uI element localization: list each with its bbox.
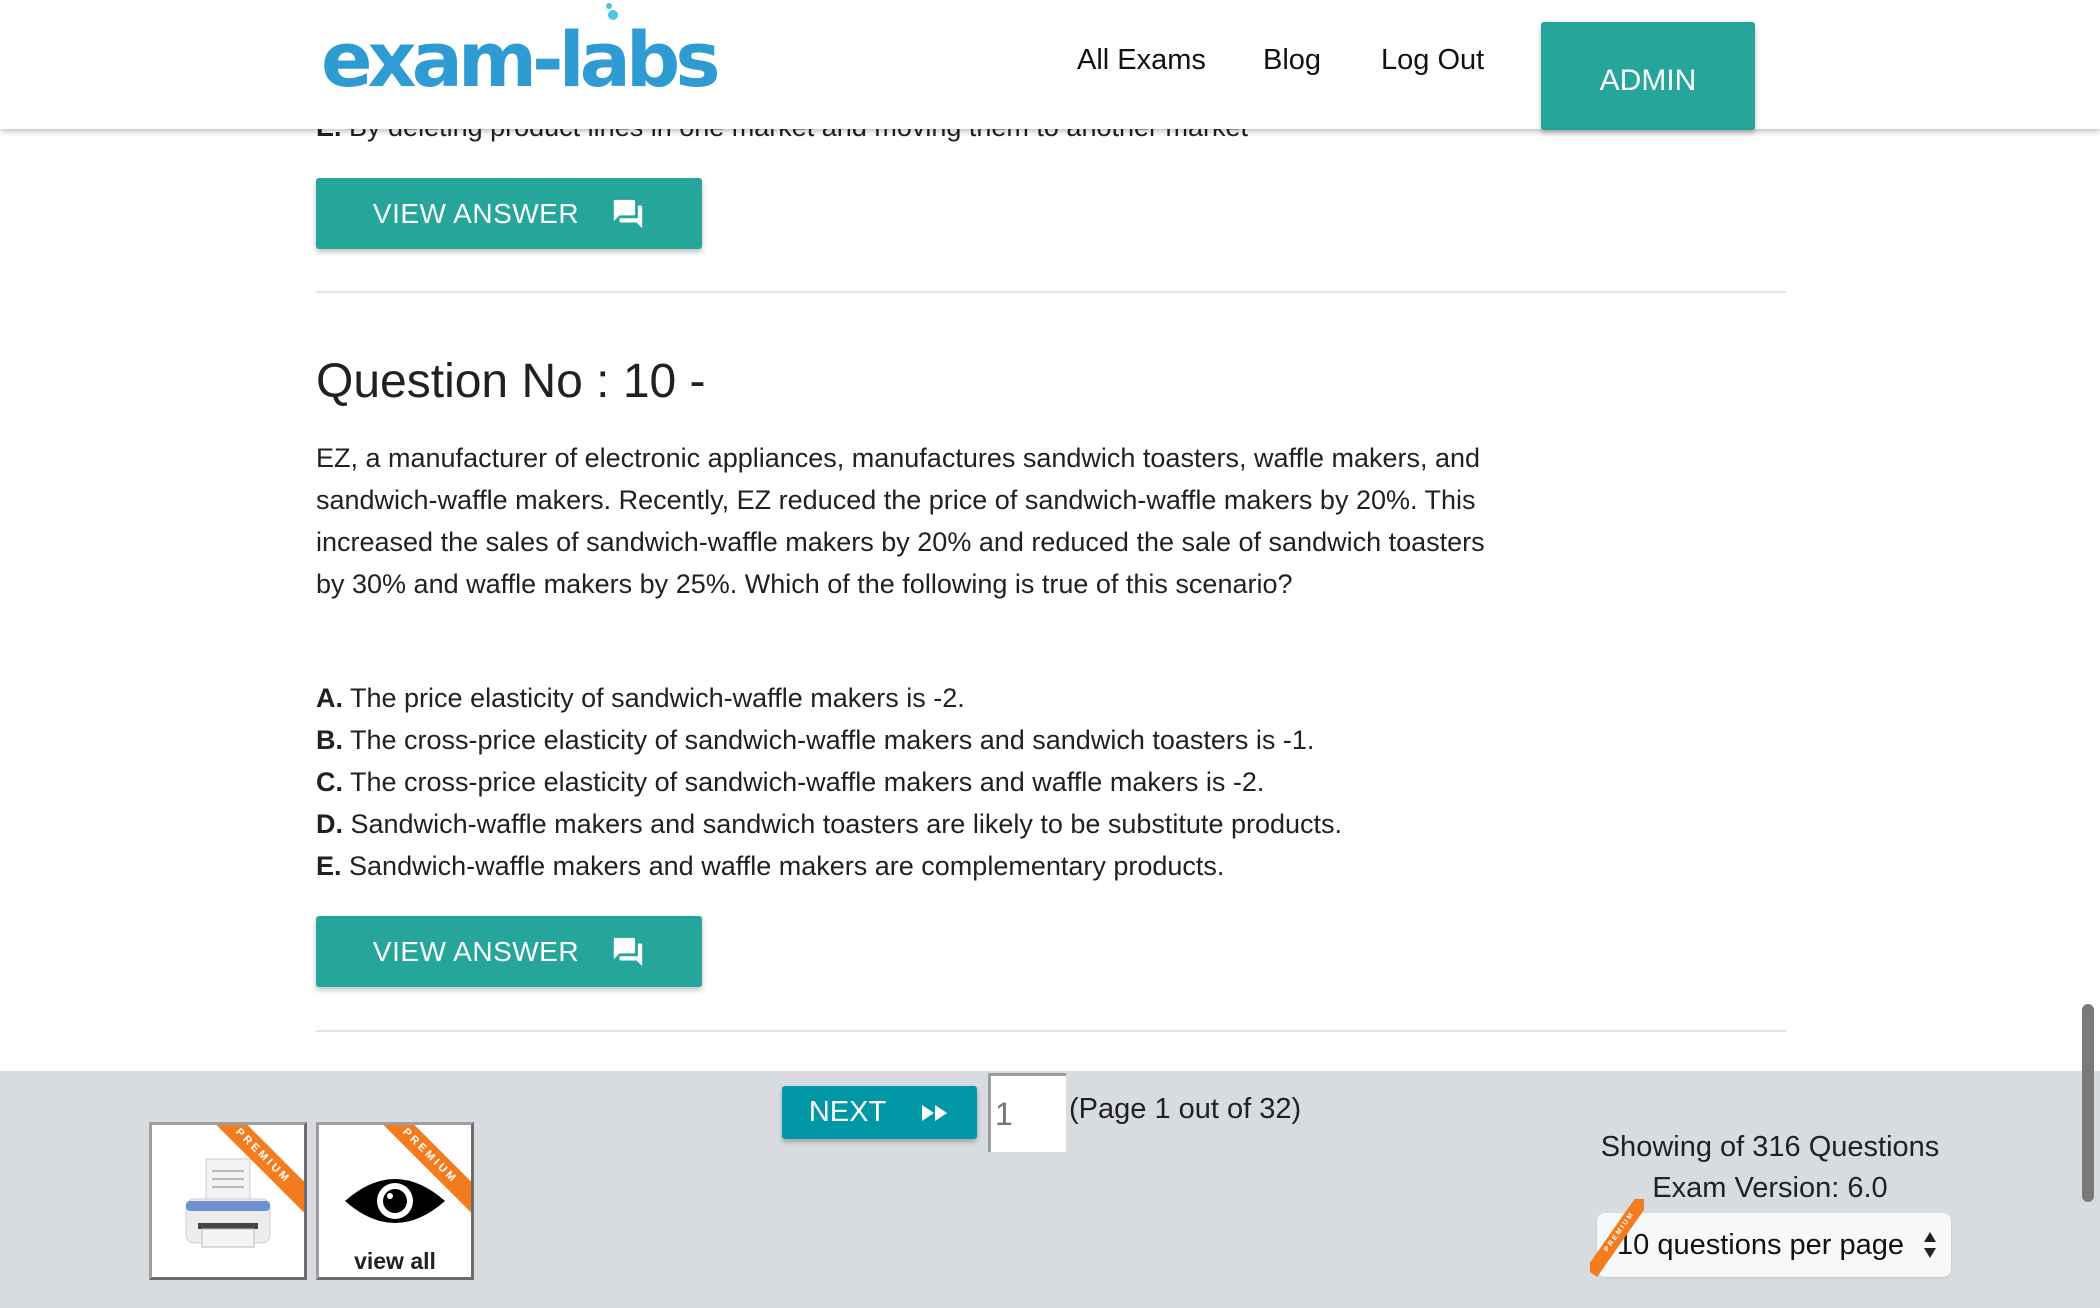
eye-icon bbox=[345, 1179, 445, 1223]
option-text: The cross-price elasticity of sandwich-w… bbox=[350, 725, 1315, 755]
option-e: E. Sandwich-waffle makers and waffle mak… bbox=[316, 845, 1342, 887]
next-label: NEXT bbox=[808, 1096, 887, 1128]
option-letter: D. bbox=[316, 809, 343, 839]
print-tile[interactable]: PREMIUM bbox=[149, 1122, 307, 1280]
option-c: C. The cross-price elasticity of sandwic… bbox=[316, 761, 1342, 803]
questions-count: Showing of 316 Questions bbox=[1600, 1131, 1940, 1163]
view-answer-button[interactable]: VIEW ANSWER bbox=[316, 916, 702, 987]
option-a: A. The price elasticity of sandwich-waff… bbox=[316, 677, 1342, 719]
view-all-tile[interactable]: view all PREMIUM bbox=[316, 1122, 474, 1280]
option-letter: B. bbox=[316, 725, 343, 755]
question-divider bbox=[316, 1030, 1786, 1032]
question-divider bbox=[316, 291, 1786, 293]
option-d: D. Sandwich-waffle makers and sandwich t… bbox=[316, 803, 1342, 845]
site-logo[interactable]: exam-labs bbox=[321, 22, 721, 98]
pagination-footer: NEXT (Page 1 out of 32) PREMIUM view all… bbox=[0, 1071, 2100, 1308]
fast-forward-icon bbox=[922, 1104, 948, 1121]
page-scrollbar[interactable] bbox=[2082, 1004, 2094, 1202]
nav-blog[interactable]: Blog bbox=[1263, 44, 1321, 77]
exam-version: Exam Version: 6.0 bbox=[1652, 1172, 1888, 1204]
option-b: B. The cross-price elasticity of sandwic… bbox=[316, 719, 1342, 761]
option-text: Sandwich-waffle makers and sandwich toas… bbox=[350, 809, 1343, 839]
question-body: EZ, a manufacturer of electronic applian… bbox=[316, 443, 1485, 599]
answer-options: A. The price elasticity of sandwich-waff… bbox=[316, 677, 1342, 887]
per-page-value: 10 questions per page bbox=[1617, 1228, 1904, 1261]
logo-bubbles-icon bbox=[606, 3, 618, 20]
option-text: The cross-price elasticity of sandwich-w… bbox=[350, 767, 1265, 797]
page-indicator: (Page 1 out of 32) bbox=[1069, 1093, 1302, 1125]
view-answer-label: VIEW ANSWER bbox=[372, 197, 580, 229]
page-number-input[interactable] bbox=[988, 1073, 1066, 1152]
view-answer-button-previous[interactable]: VIEW ANSWER bbox=[316, 178, 702, 249]
option-letter: A. bbox=[316, 683, 343, 713]
select-arrows-icon bbox=[1924, 1232, 1936, 1258]
next-button[interactable]: NEXT bbox=[782, 1086, 977, 1139]
nav-log-out[interactable]: Log Out bbox=[1381, 44, 1484, 77]
question-title: Question No : 10 - bbox=[316, 355, 706, 408]
forum-icon bbox=[613, 199, 643, 228]
questions-per-page-select[interactable]: 10 questions per page bbox=[1597, 1213, 1951, 1277]
option-text: Sandwich-waffle makers and waffle makers… bbox=[349, 851, 1225, 881]
admin-button[interactable]: ADMIN bbox=[1541, 22, 1755, 130]
nav-all-exams[interactable]: All Exams bbox=[1077, 44, 1206, 77]
site-header: exam-labs All Exams Blog Log Out bbox=[0, 0, 2100, 129]
view-answer-label: VIEW ANSWER bbox=[372, 935, 580, 967]
option-text: The price elasticity of sandwich-waffle … bbox=[350, 683, 965, 713]
view-all-label: view all bbox=[354, 1248, 436, 1274]
option-letter: E. bbox=[316, 851, 342, 881]
option-letter: C. bbox=[316, 767, 343, 797]
forum-icon bbox=[613, 937, 643, 966]
